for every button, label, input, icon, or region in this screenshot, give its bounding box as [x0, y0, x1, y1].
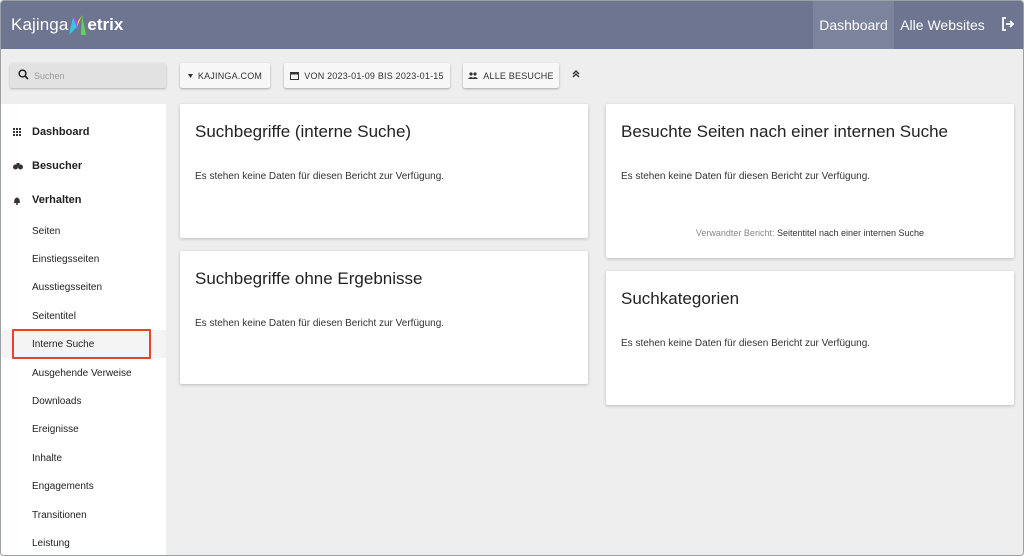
- top-bar: Kajinga etrix Dashboard Alle Websites: [1, 1, 1023, 49]
- report-empty-message: Es stehen keine Daten für diesen Bericht…: [195, 171, 445, 182]
- sidebar-item-label: Ereignisse: [32, 423, 79, 435]
- bell-icon: [13, 196, 21, 205]
- sidebar-item-inhalte[interactable]: Inhalte: [1, 444, 166, 472]
- related-report: Verwandter Bericht: Seitentitel nach ein…: [606, 228, 1014, 238]
- active-item-highlight: [12, 329, 151, 359]
- caret-down-icon: [187, 73, 193, 78]
- nav-dashboard[interactable]: Dashboard: [813, 1, 894, 49]
- sidebar-item-label: Ausgehende Verweise: [32, 367, 132, 379]
- related-report-link[interactable]: Seitentitel nach einer internen Suche: [777, 228, 924, 238]
- sidebar-item-label: Engagements: [32, 480, 94, 492]
- search-box[interactable]: [10, 63, 166, 88]
- report-empty-message: Es stehen keine Daten für diesen Bericht…: [621, 338, 871, 349]
- search-input[interactable]: [34, 67, 159, 84]
- sidebar-item-label: Inhalte: [32, 452, 63, 464]
- double-chevron-up-icon: [572, 70, 580, 78]
- segment-label: ALLE BESUCHE: [483, 70, 554, 81]
- sidebar-section-dashboard[interactable]: Dashboard: [1, 115, 166, 149]
- sidebar-item-leistung[interactable]: Leistung: [1, 529, 166, 555]
- logo[interactable]: Kajinga etrix: [11, 14, 123, 36]
- app-window: Kajinga etrix Dashboard Alle Websites Su…: [0, 0, 1024, 556]
- segment-selector[interactable]: ALLE BESUCHE: [463, 63, 559, 88]
- grid-icon: [13, 128, 21, 136]
- report-search-terms: Suchbegriffe (interne Suche) Es stehen k…: [180, 104, 588, 238]
- related-report-prefix: Verwandter Bericht:: [695, 228, 775, 238]
- sidebar-item-label: Leistung: [32, 537, 70, 549]
- report-empty-message: Es stehen keine Daten für diesen Bericht…: [195, 318, 445, 329]
- sidebar-section-label: Verhalten: [32, 194, 82, 206]
- logo-suffix: etrix: [87, 15, 124, 34]
- sidebar-item-label: Ausstiegsseiten: [32, 281, 103, 293]
- report-title: Suchbegriffe (interne Suche): [195, 122, 412, 141]
- binoculars-icon: [13, 162, 23, 170]
- sidebar-item-ausgehende-verweise[interactable]: Ausgehende Verweise: [1, 359, 166, 387]
- report-title: Besuchte Seiten nach einer internen Such…: [621, 122, 949, 141]
- site-selector[interactable]: KAJINGA.COM: [180, 63, 270, 88]
- report-title: Suchbegriffe ohne Ergebnisse: [195, 269, 423, 288]
- site-selector-label: KAJINGA.COM: [197, 70, 263, 81]
- sidebar-item-ereignisse[interactable]: Ereignisse: [1, 415, 166, 443]
- sidebar-item-seiten[interactable]: Seiten: [1, 217, 166, 245]
- report-search-categories: Suchkategorien Es stehen keine Daten für…: [606, 271, 1014, 405]
- sidebar-item-ausstiegsseiten[interactable]: Ausstiegsseiten: [1, 273, 166, 301]
- sidebar-section-label: Besucher: [32, 160, 83, 172]
- logout-button[interactable]: [991, 1, 1023, 49]
- date-range-selector[interactable]: VON 2023-01-09 BIS 2023-01-15: [284, 63, 450, 88]
- sidebar-item-seitentitel[interactable]: Seitentitel: [1, 302, 166, 330]
- sidebar-item-downloads[interactable]: Downloads: [1, 387, 166, 415]
- logo-prefix: Kajinga: [11, 15, 69, 34]
- sidebar-section-verhalten[interactable]: Verhalten: [1, 183, 166, 217]
- date-range-label: VON 2023-01-09 BIS 2023-01-15: [304, 70, 444, 81]
- sidebar-item-transitionen[interactable]: Transitionen: [1, 501, 166, 529]
- sidebar-section-besucher[interactable]: Besucher: [1, 149, 166, 183]
- sidebar-item-label: Downloads: [32, 395, 82, 407]
- sidebar-item-label: Einstiegsseiten: [32, 253, 100, 265]
- calendar-icon: [290, 71, 300, 80]
- sidebar-item-einstiegsseiten[interactable]: Einstiegsseiten: [1, 245, 166, 273]
- users-icon: [468, 72, 479, 79]
- report-visited-pages: Besuchte Seiten nach einer internen Such…: [606, 104, 1014, 258]
- sidebar-item-label: Seitentitel: [32, 310, 76, 322]
- sidebar-item-engagements[interactable]: Engagements: [1, 472, 166, 500]
- sidebar-item-label: Seiten: [32, 225, 61, 237]
- logout-icon: [1002, 17, 1015, 31]
- sidebar-section-label: Dashboard: [32, 126, 90, 138]
- collapse-button[interactable]: [569, 67, 583, 81]
- sidebar-item-label: Transitionen: [32, 509, 87, 521]
- report-empty-message: Es stehen keine Daten für diesen Bericht…: [621, 171, 871, 182]
- logo-m-icon: [69, 15, 87, 35]
- search-icon: [18, 69, 29, 80]
- nav-all-websites[interactable]: Alle Websites: [894, 1, 991, 49]
- report-no-results: Suchbegriffe ohne Ergebnisse Es stehen k…: [180, 251, 588, 384]
- report-title: Suchkategorien: [621, 289, 740, 308]
